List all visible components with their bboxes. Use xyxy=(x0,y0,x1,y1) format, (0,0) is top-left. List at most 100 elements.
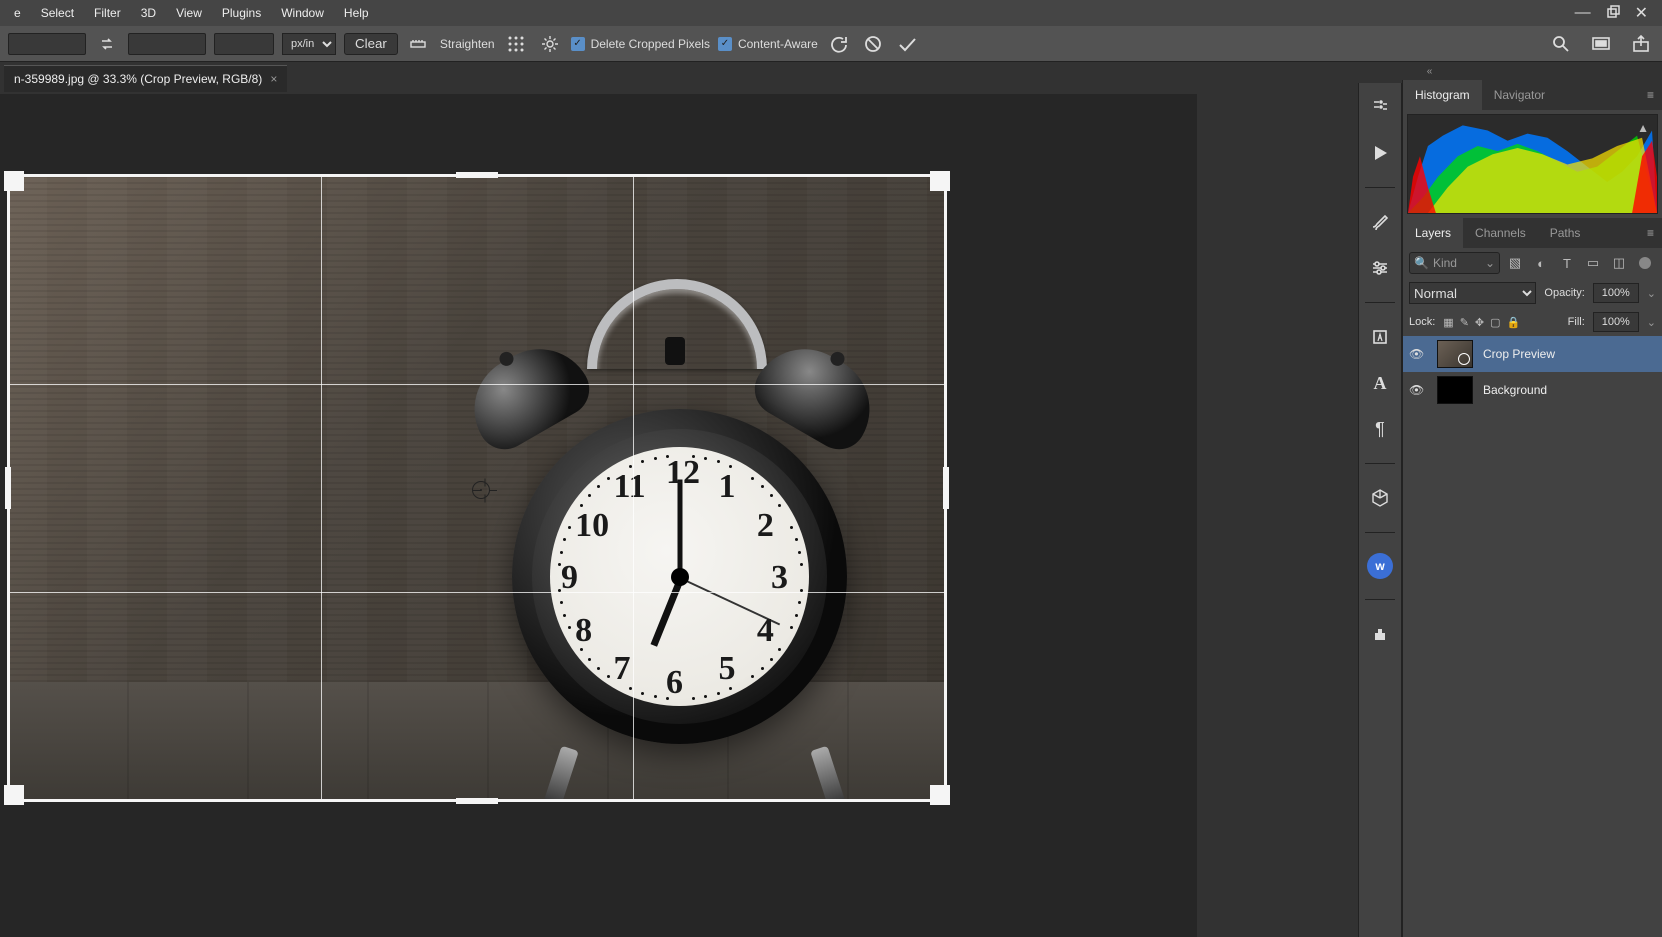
layer-list: 👁 Crop Preview 👁 Background xyxy=(1403,336,1662,408)
opacity-value[interactable]: 100% xyxy=(1593,283,1639,303)
content-aware-label: Content-Aware xyxy=(738,37,818,51)
crop-settings-icon[interactable] xyxy=(537,31,563,57)
tab-paths[interactable]: Paths xyxy=(1538,218,1593,248)
crop-unit-select[interactable]: px/in xyxy=(282,33,336,55)
clock-numeral: 9 xyxy=(561,559,578,597)
artboard-icon[interactable] xyxy=(1366,620,1394,648)
clock-numeral: 7 xyxy=(614,650,631,688)
layer-visibility-icon[interactable]: 👁 xyxy=(1409,347,1427,361)
play-icon[interactable] xyxy=(1366,139,1394,167)
swap-dimensions-icon[interactable] xyxy=(94,31,120,57)
layer-name: Background xyxy=(1483,383,1547,397)
crop-height-input[interactable] xyxy=(128,33,206,55)
lock-artboard-icon[interactable]: ▢ xyxy=(1490,316,1500,329)
options-bar: px/in Clear Straighten ✓ Delete Cropped … xyxy=(0,26,1662,62)
layer-row[interactable]: 👁 Crop Preview xyxy=(1403,336,1662,372)
document-tab[interactable]: n-359989.jpg @ 33.3% (Crop Preview, RGB/… xyxy=(4,65,287,92)
collapse-icon: « xyxy=(1427,66,1433,77)
fill-value[interactable]: 100% xyxy=(1593,312,1639,332)
canvas-workspace[interactable]: 121234567891011 xyxy=(0,94,1197,937)
paragraph-icon[interactable]: ¶ xyxy=(1366,415,1394,443)
close-icon[interactable]: ✕ xyxy=(1635,3,1648,23)
filter-shape-icon[interactable]: ▭ xyxy=(1582,252,1604,274)
menu-window[interactable]: Window xyxy=(271,6,334,20)
3d-cube-icon[interactable] xyxy=(1366,484,1394,512)
tab-navigator[interactable]: Navigator xyxy=(1482,80,1557,110)
opacity-label: Opacity: xyxy=(1544,287,1584,299)
alarm-clock-graphic: 121234567891011 xyxy=(497,279,847,779)
reset-crop-icon[interactable] xyxy=(826,31,852,57)
clock-numeral: 8 xyxy=(575,612,592,650)
blend-mode-row: Normal Opacity: 100% ⌄ xyxy=(1403,278,1662,308)
content-aware-checkbox[interactable]: ✓ Content-Aware xyxy=(718,37,818,51)
layer-filter-kind[interactable]: 🔍 Kind ⌄ xyxy=(1409,252,1500,274)
lock-transparency-icon[interactable]: ▦ xyxy=(1443,316,1453,329)
menu-filter[interactable]: Filter xyxy=(84,6,131,20)
canvas[interactable]: 121234567891011 xyxy=(7,174,947,802)
filter-smart-icon[interactable]: ◫ xyxy=(1608,252,1630,274)
layers-panel-tabs: Layers Channels Paths ≡ xyxy=(1403,218,1662,248)
clock-numeral: 4 xyxy=(757,612,774,650)
filter-toggle[interactable] xyxy=(1634,252,1656,274)
lock-all-icon[interactable]: 🔒 xyxy=(1507,316,1521,329)
clock-numeral: 10 xyxy=(575,507,609,545)
layer-visibility-icon[interactable]: 👁 xyxy=(1409,383,1427,397)
crop-overlay-options-icon[interactable] xyxy=(503,31,529,57)
lock-position-icon[interactable]: ✥ xyxy=(1475,316,1484,329)
filter-pixel-icon[interactable]: ▧ xyxy=(1504,252,1526,274)
restore-icon[interactable] xyxy=(1605,4,1621,23)
brush-icon[interactable] xyxy=(1366,208,1394,236)
tab-layers[interactable]: Layers xyxy=(1403,218,1463,248)
menu-view[interactable]: View xyxy=(166,6,212,20)
libraries-w-icon[interactable]: w xyxy=(1367,553,1393,579)
histogram-warning-icon[interactable]: ▲ xyxy=(1637,121,1649,135)
tab-histogram[interactable]: Histogram xyxy=(1403,80,1482,110)
lock-row: Lock: ▦ ✎ ✥ ▢ 🔒 Fill: 100% ⌄ xyxy=(1403,308,1662,336)
crop-width-input[interactable] xyxy=(8,33,86,55)
fill-label: Fill: xyxy=(1568,316,1585,328)
menu-bar: e Select Filter 3D View Plugins Window H… xyxy=(0,0,1662,26)
adjustments-icon[interactable] xyxy=(1366,254,1394,282)
right-panels: Histogram Navigator ≡ ▲ Layers Channels … xyxy=(1402,80,1662,937)
menu-plugins[interactable]: Plugins xyxy=(212,6,271,20)
filter-adjust-icon[interactable]: ◐ xyxy=(1530,252,1552,274)
clock-numeral: 6 xyxy=(666,664,683,702)
screen-mode-icon[interactable] xyxy=(1588,31,1614,57)
filter-type-icon[interactable]: T xyxy=(1556,252,1578,274)
histogram-panel-tabs: Histogram Navigator ≡ xyxy=(1403,80,1662,110)
straighten-icon[interactable] xyxy=(406,31,432,57)
search-icon[interactable] xyxy=(1548,31,1574,57)
layer-row[interactable]: 👁 Background xyxy=(1403,372,1662,408)
histogram-panel-menu-icon[interactable]: ≡ xyxy=(1639,88,1662,102)
character-icon[interactable] xyxy=(1366,323,1394,351)
glyphs-icon[interactable]: A xyxy=(1366,369,1394,397)
menu-3d[interactable]: 3D xyxy=(131,6,166,20)
layers-panel-menu-icon[interactable]: ≡ xyxy=(1639,226,1662,240)
crop-resolution-input[interactable] xyxy=(214,33,274,55)
document-tab-title: n-359989.jpg @ 33.3% (Crop Preview, RGB/… xyxy=(14,72,262,86)
clock-numeral: 11 xyxy=(614,468,646,506)
panel-collapse-handle[interactable]: « xyxy=(1197,62,1662,80)
layer-thumbnail[interactable] xyxy=(1437,376,1473,404)
search-icon: 🔍 xyxy=(1414,256,1429,270)
lock-label: Lock: xyxy=(1409,316,1435,328)
lock-pixels-icon[interactable]: ✎ xyxy=(1460,316,1469,329)
clock-numeral: 3 xyxy=(771,559,788,597)
close-document-icon[interactable]: × xyxy=(270,72,277,86)
menu-select[interactable]: Select xyxy=(31,6,84,20)
tab-channels[interactable]: Channels xyxy=(1463,218,1538,248)
delete-cropped-pixels-checkbox[interactable]: ✓ Delete Cropped Pixels xyxy=(571,37,710,51)
layer-name: Crop Preview xyxy=(1483,347,1555,361)
share-icon[interactable] xyxy=(1628,31,1654,57)
layer-thumbnail[interactable] xyxy=(1437,340,1473,368)
cancel-crop-icon[interactable] xyxy=(860,31,886,57)
blend-mode-select[interactable]: Normal xyxy=(1409,282,1536,304)
commit-crop-icon[interactable] xyxy=(894,31,920,57)
minimize-icon[interactable]: — xyxy=(1575,4,1591,22)
properties-icon[interactable] xyxy=(1366,93,1394,121)
menu-help[interactable]: Help xyxy=(334,6,379,20)
crop-cursor-icon xyxy=(470,479,492,501)
clear-button[interactable]: Clear xyxy=(344,33,398,55)
menu-truncated[interactable]: e xyxy=(4,6,31,20)
clock-numeral: 12 xyxy=(666,454,700,492)
